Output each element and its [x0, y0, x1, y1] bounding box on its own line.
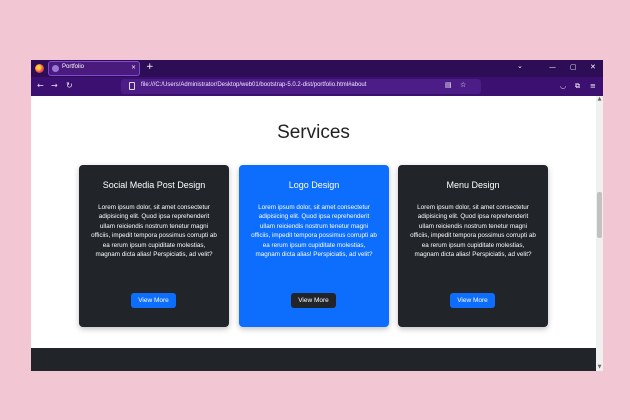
maximize-button[interactable]: ▢: [570, 62, 577, 73]
page-content: Services Social Media Post Design Lorem …: [31, 96, 596, 371]
globe-icon: [52, 65, 59, 72]
service-card-social-media: Social Media Post Design Lorem ipsum dol…: [79, 165, 229, 327]
view-more-button[interactable]: View More: [450, 293, 495, 308]
scroll-up-arrow-icon[interactable]: ▲: [596, 96, 603, 103]
forward-button[interactable]: →: [51, 81, 58, 91]
tab-close-icon[interactable]: ×: [131, 64, 136, 71]
tab-title: Portfolio: [62, 64, 85, 70]
minimize-button[interactable]: —: [549, 62, 556, 73]
page-title: Services: [277, 122, 350, 143]
card-title: Menu Design: [446, 180, 500, 190]
service-card-menu-design: Menu Design Lorem ipsum dolor, sit amet …: [398, 165, 548, 327]
card-description: Lorem ipsum dolor, sit amet consectetur …: [91, 204, 217, 259]
tab-bar: Portfolio × + ⌄ — ▢ ✕: [31, 60, 603, 77]
tab-portfolio[interactable]: Portfolio ×: [48, 61, 140, 76]
card-description: Lorem ipsum dolor, sit amet consectetur …: [410, 204, 536, 259]
view-more-button[interactable]: View More: [291, 293, 336, 308]
next-section-dark-band: [31, 348, 596, 371]
firefox-icon: [35, 64, 44, 73]
card-title: Social Media Post Design: [102, 180, 206, 190]
browser-window: Portfolio × + ⌄ — ▢ ✕ ← → ↻ file:///C:/U…: [31, 60, 603, 371]
list-tabs-icon[interactable]: ⌄: [517, 62, 523, 70]
view-more-button[interactable]: View More: [131, 293, 176, 308]
scroll-down-arrow-icon[interactable]: ▼: [596, 364, 603, 371]
back-button[interactable]: ←: [37, 81, 44, 91]
reload-button[interactable]: ↻: [66, 81, 73, 91]
url-text[interactable]: file:///C:/Users/Administrator/Desktop/w…: [141, 82, 366, 88]
vertical-scrollbar[interactable]: ▲ ▼: [596, 96, 603, 371]
address-bar[interactable]: file:///C:/Users/Administrator/Desktop/w…: [121, 79, 481, 94]
pocket-icon[interactable]: ◡: [560, 81, 566, 91]
bookmark-star-icon[interactable]: ☆: [460, 81, 466, 89]
close-window-button[interactable]: ✕: [590, 62, 596, 73]
card-title: Logo Design: [288, 180, 340, 190]
new-tab-button[interactable]: +: [146, 62, 154, 73]
reader-view-icon[interactable]: ▤: [445, 81, 452, 89]
scroll-thumb[interactable]: [597, 192, 602, 238]
menu-icon[interactable]: ≡: [590, 81, 596, 91]
navigation-toolbar: ← → ↻ file:///C:/Users/Administrator/Des…: [31, 77, 603, 96]
card-description: Lorem ipsum dolor, sit amet consectetur …: [251, 204, 377, 259]
service-card-logo-design: Logo Design Lorem ipsum dolor, sit amet …: [239, 165, 389, 327]
extensions-icon[interactable]: ⧉: [575, 81, 580, 91]
file-icon: [129, 82, 135, 90]
